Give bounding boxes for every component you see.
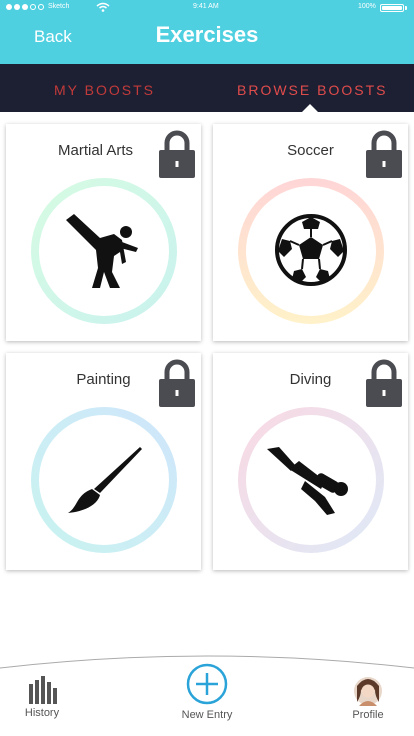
card-painting[interactable]: Painting (6, 353, 201, 570)
martial-arts-icon (66, 214, 138, 288)
soccer-ball-icon (275, 214, 347, 286)
selected-tab-indicator (302, 104, 318, 112)
tab-my-boosts[interactable]: MY BOOSTS (54, 82, 155, 98)
profile-label: Profile (352, 709, 384, 721)
lock-icon (366, 359, 402, 407)
new-entry-button[interactable]: New Entry (177, 662, 237, 721)
lock-icon (159, 359, 195, 407)
carrier-name: Sketch (48, 3, 70, 10)
signal-strength-icon (6, 4, 44, 10)
history-tab[interactable]: History (20, 676, 64, 719)
status-time: 9:41 AM (193, 3, 219, 10)
battery-percent: 100% (358, 3, 376, 10)
app-header: Sketch 9:41 AM 100% Back Exercises (0, 0, 414, 64)
card-diving[interactable]: Diving (213, 353, 408, 570)
card-martial-arts[interactable]: Martial Arts (6, 124, 201, 341)
battery-icon (380, 4, 404, 12)
paintbrush-icon (68, 447, 142, 513)
new-entry-label: New Entry (181, 709, 233, 721)
bar-chart-icon (29, 676, 57, 704)
boost-tabs: MY BOOSTS BROWSE BOOSTS (0, 64, 414, 112)
plus-circle-icon (186, 663, 228, 705)
avatar (354, 677, 382, 706)
lock-icon (366, 130, 402, 178)
tab-browse-boosts[interactable]: BROWSE BOOSTS (237, 82, 387, 98)
page-title: Exercises (155, 22, 259, 47)
wifi-icon (96, 2, 110, 12)
diver-icon (267, 447, 348, 515)
profile-tab[interactable]: Profile (346, 676, 390, 721)
status-bar: Sketch 9:41 AM 100% (0, 0, 414, 14)
history-label: History (24, 707, 60, 719)
battery-nub (405, 6, 407, 10)
lock-icon (159, 130, 195, 178)
card-soccer[interactable]: Soccer (213, 124, 408, 341)
